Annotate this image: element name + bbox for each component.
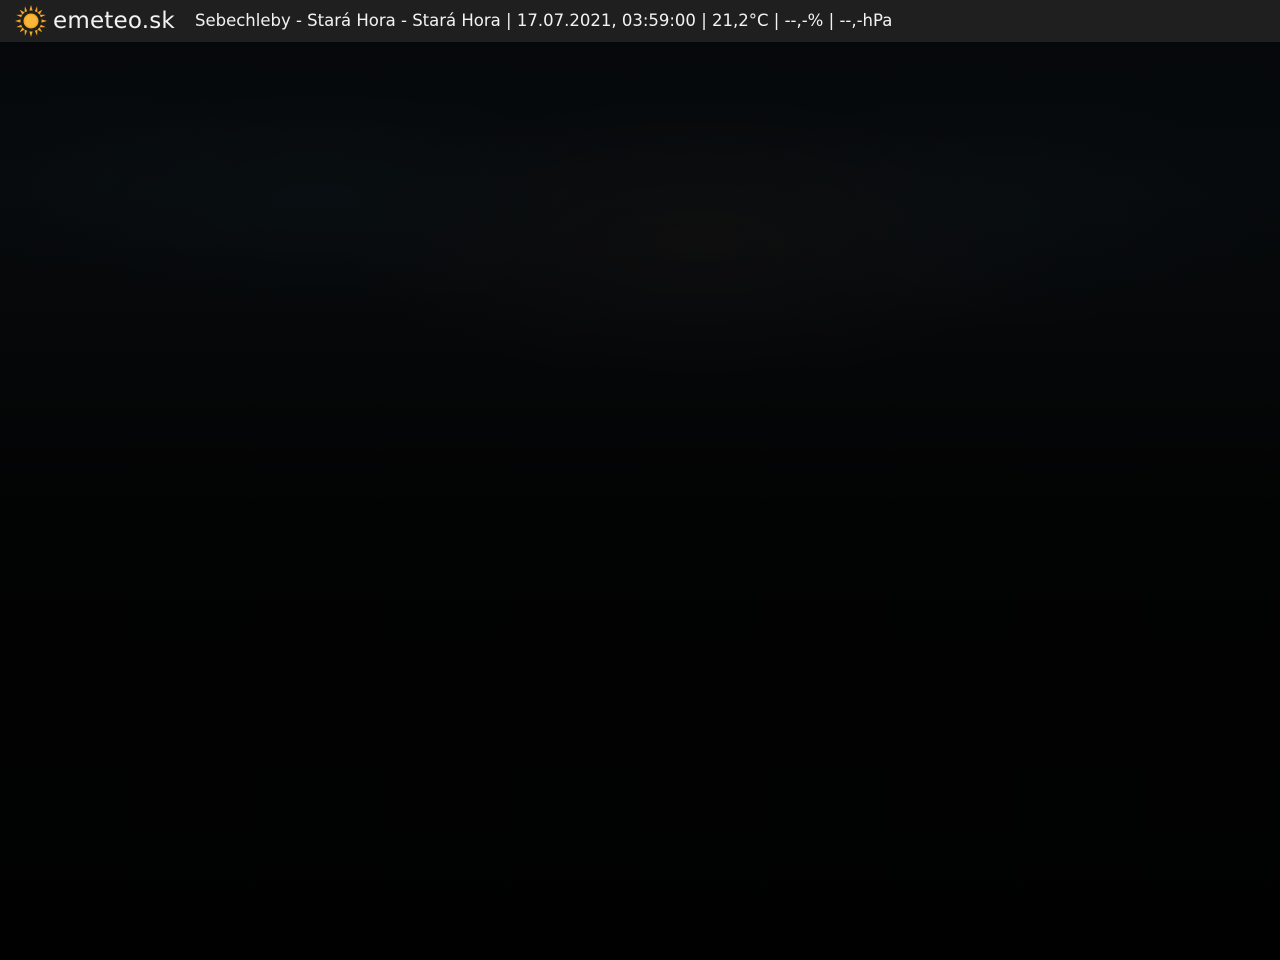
brand-name: emeteo.sk <box>53 8 175 34</box>
separator: | <box>506 11 512 30</box>
webcam-night-image <box>0 0 1280 960</box>
humidity-value: --,-% <box>784 11 824 30</box>
separator: | <box>701 11 707 30</box>
separator: | <box>828 11 835 30</box>
pressure-value: --,-hPa <box>839 11 893 30</box>
brand-logo[interactable]: emeteo.sk <box>14 0 175 42</box>
station-name: Sebechleby - Stará Hora - Stará Hora <box>194 11 501 30</box>
sun-icon <box>15 5 47 37</box>
station-info: Sebechleby - Stará Hora - Stará Hora | 1… <box>195 0 892 42</box>
temperature-value: 21,2°C <box>712 11 769 30</box>
webcam-frame: emeteo.sk Sebechleby - Stará Hora - Star… <box>0 0 1280 960</box>
separator: | <box>773 11 780 30</box>
timestamp: 17.07.2021, 03:59:00 <box>516 11 696 30</box>
webcam-info-bar: emeteo.sk Sebechleby - Stará Hora - Star… <box>0 0 1280 42</box>
